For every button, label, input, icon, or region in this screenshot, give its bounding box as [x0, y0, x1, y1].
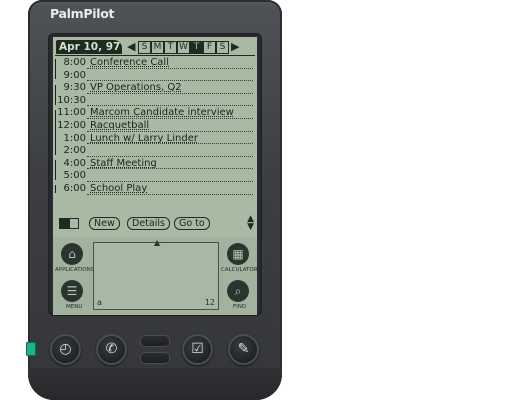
- schedule-row[interactable]: 6:00 School Play: [53, 183, 257, 196]
- row-time: 8:00: [63, 57, 86, 68]
- row-time: 6:00: [63, 182, 86, 194]
- day-tue[interactable]: T: [164, 41, 177, 54]
- silkscreen-area: ⌂ APPLICATIONS ☰ MENU ▲ a 12 ▦ CALCULATO…: [53, 237, 258, 315]
- row-line: [87, 104, 253, 107]
- row-time: 1:00: [63, 132, 86, 144]
- row-description[interactable]: Racquetball: [90, 120, 149, 132]
- brand-logo: PalmPilot: [50, 6, 115, 21]
- schedule-row[interactable]: 4:00 Staff Meeting: [53, 158, 257, 171]
- schedule-row[interactable]: 2:00: [53, 145, 257, 158]
- palm-pilot-device: PalmPilot Apr 10, 97 ◀ S M T W T F S ▶ 8…: [26, 0, 282, 400]
- schedule-row[interactable]: 1:00 Lunch w/ Larry Linder: [53, 133, 257, 146]
- scroll-down-key[interactable]: [140, 352, 170, 364]
- calculator-label: CALCULATOR: [221, 267, 258, 273]
- todo-button-icon[interactable]: ☑: [182, 334, 213, 365]
- row-description[interactable]: Lunch w/ Larry Linder: [90, 133, 198, 145]
- row-line: [87, 155, 253, 157]
- address-book-button-icon[interactable]: ✆: [96, 334, 127, 365]
- schedule-row[interactable]: 8:00 Conference Call: [53, 57, 257, 70]
- datebook-button-icon[interactable]: ◴: [50, 334, 81, 365]
- schedule-row[interactable]: 5:00: [53, 170, 257, 183]
- goto-button[interactable]: Go to: [174, 217, 210, 230]
- row-line: [87, 79, 253, 82]
- date-header: Apr 10, 97 ◀ S M T W T F S ▶: [55, 39, 255, 55]
- day-wed[interactable]: W: [177, 41, 190, 54]
- graffiti-divider-mark: ▲: [154, 238, 161, 247]
- graffiti-number-label: 12: [204, 298, 215, 307]
- menu-label: MENU: [66, 304, 83, 310]
- row-time: 12:00: [57, 119, 86, 131]
- row-time: 5:00: [63, 170, 86, 182]
- row-description[interactable]: VP Operations, Q2: [90, 82, 182, 94]
- view-toggle: [59, 218, 79, 229]
- applications-label: APPLICATIONS: [55, 267, 95, 273]
- graffiti-area[interactable]: ▲ a 12: [93, 238, 219, 310]
- day-schedule: 8:00 Conference Call 9:00 9:30 VP Operat…: [53, 57, 257, 196]
- details-button[interactable]: Details: [127, 217, 170, 230]
- schedule-row[interactable]: 9:00: [53, 70, 257, 83]
- row-time: 9:00: [63, 69, 86, 81]
- row-line: [87, 180, 253, 182]
- scroll-arrows: ▲ ▼: [247, 215, 254, 232]
- row-time: 4:00: [63, 157, 86, 169]
- scroll-up-key[interactable]: [140, 335, 170, 347]
- day-sat[interactable]: S: [216, 41, 229, 54]
- header-divider: [55, 55, 255, 56]
- scroll-down-icon[interactable]: ▼: [247, 223, 254, 232]
- graffiti-letter-label: a: [97, 298, 102, 307]
- find-label: FIND: [233, 304, 247, 310]
- day-thu-selected[interactable]: T: [190, 41, 203, 54]
- calculator-icon[interactable]: ▦: [227, 243, 249, 265]
- day-view-button[interactable]: [59, 218, 69, 229]
- row-description[interactable]: Conference Call: [90, 57, 169, 69]
- find-icon[interactable]: ⌕: [227, 280, 249, 302]
- row-description[interactable]: Staff Meeting: [90, 158, 157, 170]
- power-button[interactable]: [26, 342, 36, 356]
- day-mon[interactable]: M: [151, 41, 164, 54]
- current-date-tab[interactable]: Apr 10, 97: [56, 40, 122, 54]
- row-description[interactable]: Marcom Candidate interview: [90, 107, 234, 119]
- prev-week-arrow-icon[interactable]: ◀: [127, 40, 135, 54]
- row-time: 9:30: [63, 82, 86, 94]
- week-view-button[interactable]: [69, 218, 79, 229]
- memo-button-icon[interactable]: ✎: [228, 334, 259, 365]
- day-sun[interactable]: S: [138, 41, 151, 54]
- schedule-row[interactable]: 9:30 VP Operations, Q2: [53, 82, 257, 95]
- day-fri[interactable]: F: [203, 41, 216, 54]
- new-button[interactable]: New: [89, 217, 120, 230]
- applications-icon[interactable]: ⌂: [61, 243, 83, 265]
- device-base: [28, 368, 282, 400]
- row-time: 10:30: [57, 94, 86, 106]
- bottom-toolbar: New Details Go to ▲ ▼: [53, 214, 257, 234]
- row-time: 11:00: [57, 107, 86, 119]
- schedule-row[interactable]: 11:00 Marcom Candidate interview: [53, 107, 257, 120]
- schedule-row[interactable]: 12:00 Racquetball: [53, 120, 257, 133]
- next-week-arrow-icon[interactable]: ▶: [231, 40, 239, 54]
- menu-icon[interactable]: ☰: [61, 280, 83, 302]
- lcd-screen: Apr 10, 97 ◀ S M T W T F S ▶ 8:00 Confer…: [53, 37, 257, 237]
- schedule-row[interactable]: 10:30: [53, 95, 257, 108]
- row-description[interactable]: School Play: [90, 183, 147, 195]
- week-day-selector: S M T W T F S: [138, 41, 229, 54]
- row-time: 2:00: [63, 145, 86, 157]
